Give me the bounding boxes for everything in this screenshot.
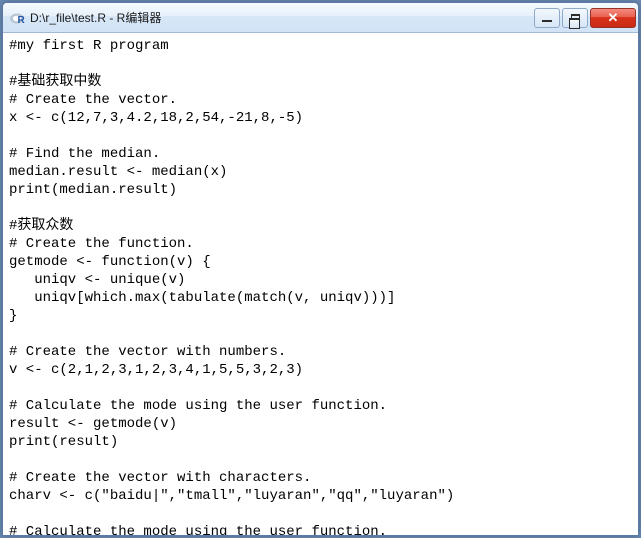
maximize-button[interactable]	[562, 8, 588, 28]
code-content[interactable]: #my first R program #基础获取中数 # Create the…	[9, 37, 632, 535]
minimize-button[interactable]	[534, 8, 560, 28]
code-editor[interactable]: #my first R program #基础获取中数 # Create the…	[3, 33, 638, 535]
close-button[interactable]: ✕	[590, 8, 636, 28]
r-app-icon: R	[9, 10, 25, 26]
svg-text:R: R	[18, 15, 26, 26]
window-title: D:\r_file\test.R - R编辑器	[30, 9, 534, 26]
titlebar[interactable]: R D:\r_file\test.R - R编辑器 ✕	[3, 3, 638, 33]
close-icon: ✕	[608, 11, 619, 24]
restore-icon	[571, 14, 580, 22]
window-buttons: ✕	[534, 8, 636, 28]
editor-window: R D:\r_file\test.R - R编辑器 ✕ #my first R …	[2, 2, 639, 536]
minimize-icon	[542, 20, 552, 22]
